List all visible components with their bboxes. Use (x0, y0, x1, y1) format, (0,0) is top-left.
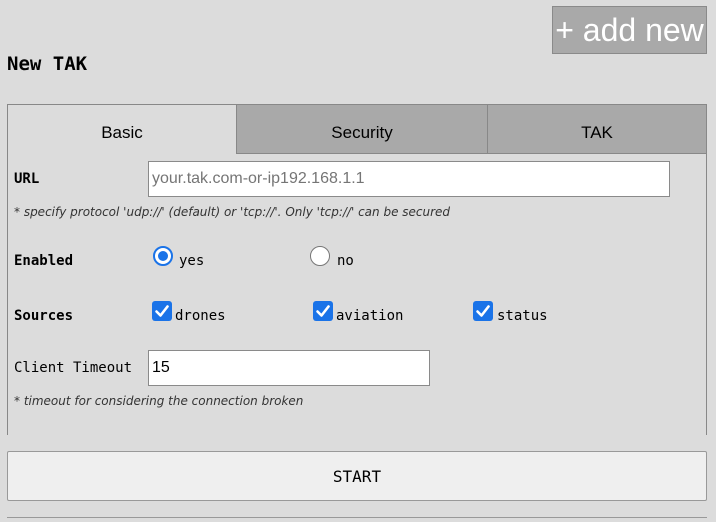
checkmark-icon (316, 305, 330, 317)
source-status-checkbox[interactable] (473, 301, 493, 321)
enabled-yes-label: yes (179, 253, 205, 269)
checkmark-icon (476, 305, 490, 317)
enabled-no-radio[interactable] (310, 246, 330, 266)
url-label: URL (14, 171, 40, 187)
page-title: New TAK (7, 53, 88, 75)
tab-security[interactable]: Security (236, 104, 488, 154)
enabled-label: Enabled (14, 253, 74, 269)
checkmark-icon (155, 305, 169, 317)
source-drones-label: drones (175, 308, 226, 324)
source-drones-checkbox[interactable] (152, 301, 172, 321)
tab-bar: Basic Security TAK (7, 104, 707, 154)
source-aviation-label: aviation (336, 308, 404, 324)
source-aviation-checkbox[interactable] (313, 301, 333, 321)
url-hint: * specify protocol 'udp://' (default) or… (14, 205, 451, 219)
panel-border-right (706, 153, 707, 435)
source-status-label: status (497, 308, 548, 324)
client-timeout-hint: * timeout for considering the connection… (14, 394, 304, 408)
add-new-button[interactable]: + add new (552, 6, 707, 54)
client-timeout-input[interactable] (148, 350, 430, 386)
enabled-no-label: no (337, 253, 354, 269)
tab-basic[interactable]: Basic (7, 104, 237, 154)
sources-label: Sources (14, 308, 74, 324)
enabled-yes-radio[interactable] (153, 246, 173, 266)
client-timeout-label: Client Timeout (14, 360, 133, 376)
start-button[interactable]: START (7, 451, 707, 501)
divider (7, 517, 707, 518)
tab-tak[interactable]: TAK (487, 104, 707, 154)
panel-border-left (7, 153, 8, 435)
url-input[interactable] (148, 161, 670, 197)
